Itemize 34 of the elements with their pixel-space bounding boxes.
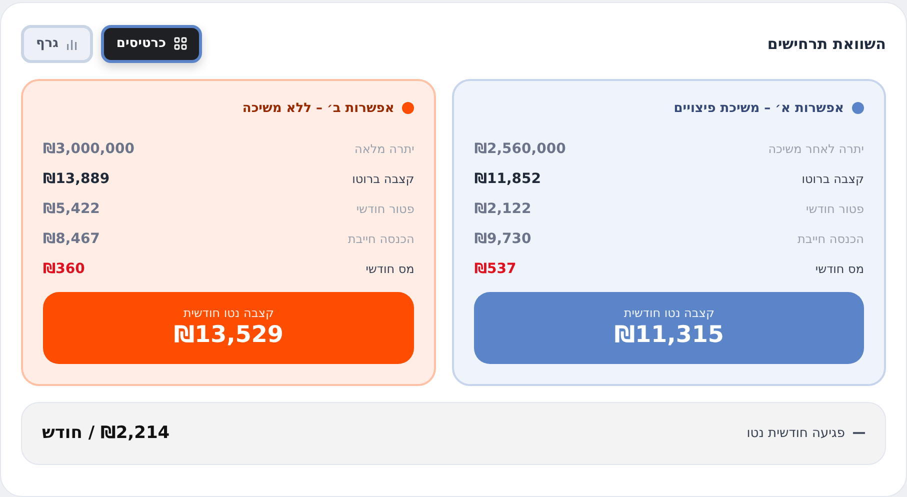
view-toggle-button[interactable]: גרף bbox=[21, 25, 94, 62]
row-value: ₪2,122 bbox=[474, 200, 532, 218]
row-label: הכנסה חייבת bbox=[348, 231, 414, 248]
row-value: ₪360 bbox=[42, 260, 85, 278]
net-value: ₪11,315 bbox=[613, 322, 725, 350]
row-value: ₪8,467 bbox=[42, 230, 100, 248]
view-toggle-button[interactable]: כרטיסים bbox=[101, 25, 202, 62]
row-value: ₪537 bbox=[474, 260, 516, 278]
row-value: ₪13,889 bbox=[42, 170, 110, 188]
impact-value: ₪2,214 / חודש bbox=[42, 422, 170, 445]
option-title: אפשרות א׳ – משיכת פיצויים bbox=[674, 100, 844, 118]
row-value: ₪11,852 bbox=[474, 170, 542, 188]
row-label: יתרה מלאה bbox=[354, 141, 414, 158]
option-title: אפשרות ב׳ – ללא משיכה bbox=[242, 100, 394, 118]
grid-icon bbox=[174, 37, 187, 50]
net-value: ₪13,529 bbox=[172, 322, 284, 350]
bar-chart-icon bbox=[66, 38, 78, 50]
row-value: ₪3,000,000 bbox=[42, 140, 134, 158]
row-label: קצבה ברוטו bbox=[802, 171, 864, 188]
row-label: הכנסה חייבת bbox=[798, 231, 864, 248]
row-value: ₪5,422 bbox=[42, 200, 100, 218]
row-label: פטור חודשי bbox=[356, 201, 414, 218]
row-label: מס חודשי bbox=[815, 261, 864, 278]
impact-label: פגיעה חודשית נטו bbox=[746, 424, 845, 443]
row-label: פטור חודשי bbox=[806, 201, 864, 218]
row-label: יתרה לאחר משיכה bbox=[768, 141, 864, 158]
net-label: קצבה נטו חודשית bbox=[622, 305, 716, 322]
row-value: ₪2,560,000 bbox=[474, 140, 566, 158]
row-value: ₪9,730 bbox=[474, 230, 532, 248]
section-title: השוואת תרחישים bbox=[767, 34, 886, 54]
row-label: קצבה ברוטו bbox=[352, 171, 414, 188]
dash-icon bbox=[853, 432, 865, 434]
row-label: מס חודשי bbox=[366, 261, 414, 278]
net-label: קצבה נטו חודשית bbox=[182, 305, 275, 322]
